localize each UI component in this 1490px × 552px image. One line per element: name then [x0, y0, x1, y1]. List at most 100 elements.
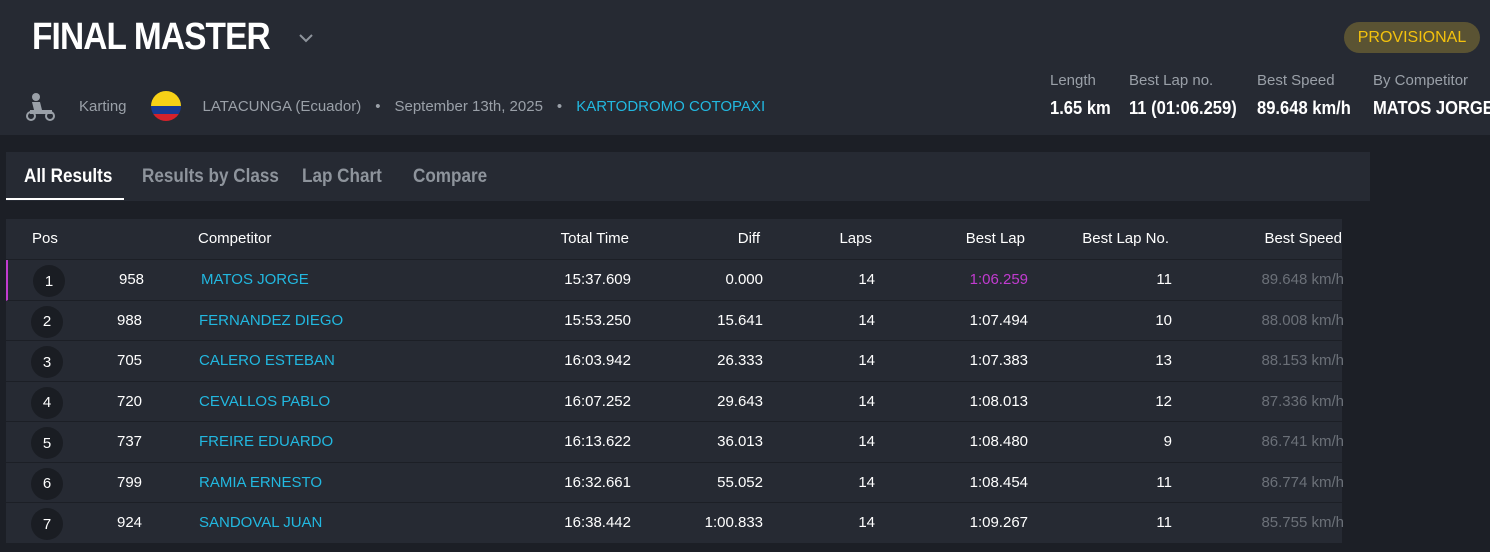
competitor-name-link[interactable]: RAMIA ERNESTO [199, 474, 322, 491]
diff: 29.643 [717, 392, 763, 410]
separator-dot: • [375, 97, 381, 115]
best-lap: 1:09.267 [969, 514, 1028, 531]
stat-by-competitor-label: By Competitor [1373, 72, 1469, 89]
event-meta: Karting LATACUNGA (Ecuador) • September … [22, 90, 765, 122]
best-lap-no: 11 [1156, 514, 1172, 531]
kart-number: 958 [119, 271, 145, 288]
stat-by-competitor-value: MATOS JORGE [1373, 98, 1490, 118]
stat-by-competitor: By Competitor MATOS JORGE [1373, 72, 1490, 119]
chevron-down-icon[interactable] [296, 28, 316, 48]
competitor-name-link[interactable]: SANDOVAL JUAN [199, 514, 322, 531]
stat-best-lap-no-value: 11 (01:06.259) [1129, 98, 1237, 118]
event-header: FINAL MASTER PROVISIONAL Karting LATACUN… [0, 0, 1490, 135]
stat-length-value: 1.65 km [1050, 98, 1111, 118]
tab-results-by-class[interactable]: Results by Class [142, 166, 279, 188]
title-row: FINAL MASTER [32, 16, 316, 59]
best-lap-no: 11 [1156, 473, 1172, 491]
stat-best-lap-no: Best Lap no. 11 (01:06.259) [1129, 72, 1246, 119]
best-speed: 88.008 km/h [1261, 311, 1344, 329]
location-label: LATACUNGA (Ecuador) [202, 97, 362, 115]
best-lap: 1:08.480 [969, 433, 1028, 450]
laps: 14 [858, 473, 875, 491]
diff: 1:00.833 [704, 514, 763, 531]
total-time: 16:38.442 [564, 514, 631, 531]
col-best-lap-no[interactable]: Best Lap No. [1082, 230, 1169, 247]
total-time: 15:37.609 [564, 271, 631, 288]
kart-number: 720 [117, 392, 143, 410]
table-body: 1 958 MATOS JORGE 15:37.609 0.000 14 1:06.259 1… [6, 260, 1344, 544]
best-speed: 87.336 km/h [1261, 392, 1344, 410]
table-row[interactable]: 2 988 FERNANDEZ DIEGO 15:53.250 15.641 14 1:07… [6, 300, 1344, 341]
position-badge: 4 [31, 386, 63, 419]
track-link[interactable]: KARTODROMO COTOPAXI [576, 98, 765, 115]
col-total-time[interactable]: Total Time [561, 230, 629, 247]
total-time: 16:07.252 [564, 392, 631, 410]
kart-icon [26, 93, 55, 121]
laps: 14 [858, 392, 875, 410]
col-best-speed[interactable]: Best Speed [1264, 230, 1342, 247]
table-header: Pos Competitor Total Time Diff Laps Best… [6, 219, 1342, 260]
tab-compare[interactable]: Compare [413, 166, 487, 188]
kart-number: 924 [117, 514, 143, 531]
col-diff[interactable]: Diff [738, 230, 760, 247]
best-lap: 1:06.259 [969, 271, 1028, 288]
kart-number: 988 [117, 311, 143, 329]
competitor-name-link[interactable]: FREIRE EDUARDO [199, 433, 333, 450]
total-time: 16:03.942 [564, 352, 631, 369]
competitor-name-link[interactable]: FERNANDEZ DIEGO [199, 312, 343, 329]
competitor-name-link[interactable]: CEVALLOS PABLO [199, 393, 330, 410]
table-row[interactable]: 1 958 MATOS JORGE 15:37.609 0.000 14 1:06.259 1… [6, 260, 1344, 301]
tab-lap-chart[interactable]: Lap Chart [302, 166, 382, 188]
best-lap: 1:08.013 [969, 392, 1028, 410]
stat-length-label: Length [1050, 72, 1096, 89]
stat-length: Length 1.65 km [1050, 72, 1116, 119]
table-row[interactable]: 3 705 CALERO ESTEBAN 16:03.942 26.333 14 1:07.… [6, 341, 1344, 382]
active-tab-indicator [6, 198, 124, 200]
position-badge: 1 [33, 265, 65, 297]
table-row[interactable]: 7 924 SANDOVAL JUAN 16:38.442 1:00.833 14 1:09… [6, 503, 1344, 544]
diff: 36.013 [717, 433, 763, 450]
laps: 14 [858, 271, 875, 288]
date-label: September 13th, 2025 [394, 97, 543, 115]
best-speed: 86.741 km/h [1261, 433, 1344, 450]
table-row[interactable]: 5 737 FREIRE EDUARDO 16:13.622 36.013 14 1:08.… [6, 422, 1344, 463]
diff: 0.000 [725, 271, 763, 288]
position-badge: 7 [31, 508, 63, 540]
col-pos[interactable]: Pos [32, 230, 58, 247]
position-badge: 6 [31, 467, 63, 500]
competitor-name-link[interactable]: MATOS JORGE [201, 271, 309, 288]
best-lap: 1:07.383 [969, 352, 1028, 369]
col-competitor[interactable]: Competitor [198, 230, 271, 247]
laps: 14 [858, 433, 875, 450]
results-tabs: All Results Results by Class Lap Chart C… [6, 152, 1370, 201]
kart-number: 705 [117, 352, 143, 369]
best-speed: 88.153 km/h [1261, 352, 1344, 369]
best-lap: 1:07.494 [969, 311, 1028, 329]
best-lap-no: 11 [1156, 271, 1172, 288]
results-table: Pos Competitor Total Time Diff Laps Best… [6, 219, 1344, 544]
table-row[interactable]: 6 799 RAMIA ERNESTO 16:32.661 55.052 14 1:08.4… [6, 462, 1344, 503]
diff: 26.333 [717, 352, 763, 369]
stat-best-lap-no-label: Best Lap no. [1129, 72, 1214, 89]
col-best-lap[interactable]: Best Lap [966, 230, 1025, 247]
kart-number: 799 [117, 473, 143, 491]
laps: 14 [858, 352, 875, 369]
ecuador-flag-icon [150, 91, 181, 121]
col-laps[interactable]: Laps [839, 230, 872, 247]
stat-best-speed-value: 89.648 km/h [1257, 98, 1351, 118]
best-lap-no: 9 [1163, 433, 1172, 450]
table-row[interactable]: 4 720 CEVALLOS PABLO 16:07.252 29.643 14 1:08.… [6, 381, 1344, 422]
best-speed: 89.648 km/h [1261, 271, 1344, 288]
status-badge: PROVISIONAL [1344, 22, 1480, 53]
separator-dot: • [556, 97, 563, 115]
stat-best-speed: Best Speed 89.648 km/h [1257, 72, 1359, 119]
best-speed: 85.755 km/h [1261, 514, 1344, 531]
total-time: 16:32.661 [564, 473, 631, 491]
position-badge: 2 [31, 305, 63, 338]
best-lap-no: 13 [1155, 352, 1172, 369]
competitor-name-link[interactable]: CALERO ESTEBAN [199, 352, 335, 369]
tab-all-results[interactable]: All Results [24, 166, 112, 188]
category-label: Karting [79, 97, 127, 115]
best-lap-no: 10 [1155, 311, 1172, 329]
best-speed: 86.774 km/h [1261, 473, 1344, 491]
